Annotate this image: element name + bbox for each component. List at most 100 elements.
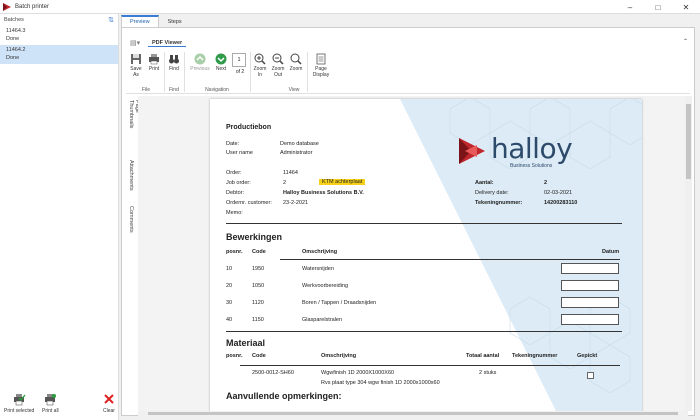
datum-field	[561, 280, 619, 291]
zoom-in-label: Zoom In	[253, 66, 267, 78]
zoom-in-icon	[254, 53, 266, 65]
datum-field	[561, 297, 619, 308]
arrow-down-icon	[215, 53, 227, 65]
tab-comments[interactable]: Comments	[128, 206, 134, 233]
pdf-page: Productiebon Date: Demo database User na…	[210, 99, 642, 411]
previous-label: Previous	[190, 66, 210, 72]
bewerkingen-title: Bewerkingen	[226, 232, 283, 242]
zoom-icon	[290, 53, 302, 65]
collapse-ribbon-icon[interactable]: ⌃	[683, 38, 688, 45]
save-as-button[interactable]: Save As	[129, 53, 143, 78]
materiaal-title: Materiaal	[226, 338, 266, 348]
zoom-out-icon	[272, 53, 284, 65]
zoom-button[interactable]: Zoom	[289, 53, 303, 72]
print-all-icon	[45, 394, 57, 406]
vertical-scrollbar[interactable]	[685, 96, 692, 411]
row-code: 1120	[252, 300, 264, 306]
ordernr-label: Ordernr. customer:	[226, 200, 272, 206]
logo-wordmark: halloy	[491, 132, 573, 165]
row-totaal: 2 stuks	[479, 370, 497, 376]
debtor-value: Halloy Business Solutions B.V.	[283, 190, 364, 196]
clear-icon	[104, 394, 114, 404]
batches-panel: Batches ⇅ 11464.3 Done 11464.2 Done Prin…	[0, 14, 119, 420]
print-selected-icon	[14, 394, 26, 406]
tab-preview[interactable]: Preview	[121, 15, 159, 27]
group-find: Find	[169, 87, 179, 93]
zoom-out-button[interactable]: Zoom Out	[271, 53, 285, 78]
batch-actions: Print selected Print all Clear	[0, 390, 119, 420]
group-file: File	[141, 87, 151, 93]
ribbon-separator	[164, 52, 165, 92]
delivery-value: 02-03-2021	[544, 190, 573, 196]
batch-status: Done	[6, 54, 20, 61]
print-selected-button[interactable]: Print selected	[4, 392, 34, 414]
window-controls: – □ ✕	[616, 0, 700, 14]
date-label: Date:	[226, 141, 240, 147]
job-order-value: 2	[283, 180, 287, 186]
batch-item[interactable]: 11464.3 Done	[0, 26, 118, 45]
save-as-label: Save As	[130, 66, 142, 78]
batch-id: 11464.2	[6, 47, 26, 53]
col-posnr: posnr.	[226, 249, 243, 255]
tab-attachments[interactable]: Attachments	[128, 160, 134, 191]
print-all-label: Print all	[42, 408, 59, 414]
halloy-logo-icon	[459, 138, 485, 164]
maximize-icon[interactable]: □	[644, 0, 672, 14]
sort-icon[interactable]: ⇅	[108, 16, 114, 24]
zoom-label: Zoom	[289, 66, 303, 72]
row-omschrijving: Boren / Tappen / Draadsnijden	[302, 300, 377, 306]
tekening-value: 14200283110	[544, 200, 578, 206]
col-omschrijving: Omschrijving	[321, 353, 357, 359]
app-menu-icon[interactable]: ▤▾	[130, 39, 140, 47]
scroll-thumb[interactable]	[148, 412, 678, 415]
ribbon-tab-pdf-viewer[interactable]: PDF Viewer	[148, 40, 187, 47]
aantal-label: Aantal:	[475, 180, 494, 186]
page-number-input[interactable]: 1	[232, 53, 246, 67]
document-viewer[interactable]: Productiebon Date: Demo database User na…	[138, 96, 690, 411]
page-display-button[interactable]: Page Display	[310, 53, 332, 78]
scroll-thumb[interactable]	[686, 104, 691, 179]
datum-field	[561, 263, 619, 274]
ribbon-separator	[307, 52, 308, 92]
divider	[226, 331, 622, 332]
main-tabs: Preview Steps	[121, 15, 191, 27]
clear-label: Clear	[103, 408, 115, 414]
ordernr-value: 23-2-2021	[283, 200, 309, 206]
minimize-icon[interactable]: –	[616, 0, 644, 14]
next-button[interactable]: Next	[214, 53, 228, 72]
row-omschrijving: Watersnijden	[302, 266, 334, 272]
print-all-button[interactable]: Print all	[42, 392, 59, 414]
row-posnr: 20	[226, 283, 233, 289]
row-posnr: 40	[226, 317, 233, 323]
tab-steps[interactable]: Steps	[159, 15, 191, 27]
ribbon-separator	[250, 52, 251, 92]
job-order-label: Job order:	[226, 180, 251, 186]
zoom-in-button[interactable]: Zoom In	[253, 53, 267, 78]
document-title: Productiebon	[226, 124, 272, 131]
batch-item-selected[interactable]: 11464.2 Done	[0, 45, 118, 64]
col-tekeningnummer: Tekeningnummer	[512, 353, 558, 359]
find-button[interactable]: Find	[167, 53, 181, 72]
batch-status: Done	[6, 35, 20, 42]
user-label: User name	[226, 150, 253, 156]
tekening-label: Tekeningnummer:	[475, 200, 523, 206]
horizontal-scrollbar[interactable]	[138, 411, 688, 416]
title-bar: Batch printer – □ ✕	[0, 0, 700, 14]
save-as-icon	[131, 54, 141, 64]
page-count: of 2	[235, 69, 245, 75]
print-button[interactable]: Print	[147, 53, 161, 72]
table-rule	[280, 259, 620, 260]
col-code: Code	[252, 249, 266, 255]
row-posnr: 30	[226, 300, 233, 306]
col-datum: Datum	[602, 249, 620, 255]
ribbon-tabs: ▤▾ PDF Viewer	[130, 39, 187, 47]
row-omschrijving: Glasparelstralen	[302, 317, 343, 323]
clear-button[interactable]: Clear	[102, 392, 116, 414]
page-display-icon	[316, 53, 326, 65]
batch-id: 11464.3	[6, 28, 26, 34]
window-title: Batch printer	[15, 3, 50, 10]
close-window-icon[interactable]: ✕	[672, 0, 700, 14]
previous-button[interactable]: Previous	[189, 53, 211, 72]
date-value: Demo database	[280, 141, 319, 147]
ribbon-toolbar: Save As Print Find Previous Next 1 of 2 …	[126, 50, 690, 94]
